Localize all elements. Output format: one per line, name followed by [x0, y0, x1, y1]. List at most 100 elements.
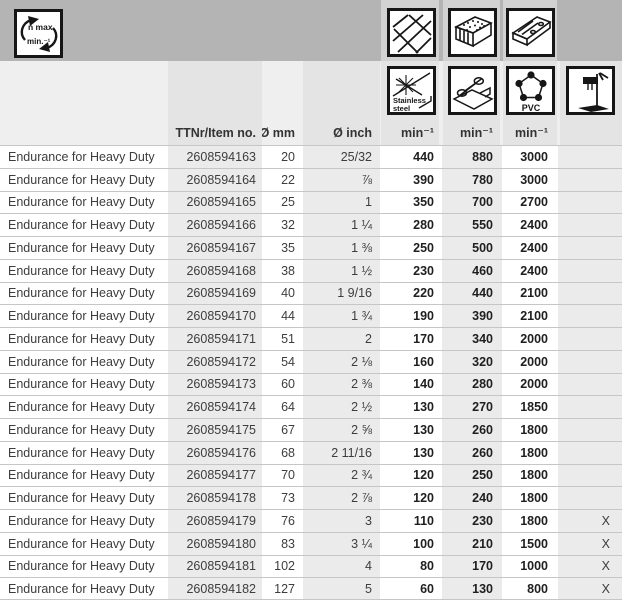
rpm-tile-cell: 390 — [380, 169, 442, 191]
rpm-brick-cell: 440 — [442, 283, 502, 305]
drill-stand-cell — [558, 192, 622, 214]
diameter-inch-cell: 2 ¾ — [303, 465, 380, 487]
diameter-mm-cell: 73 — [262, 487, 303, 509]
diameter-mm-cell: 35 — [262, 237, 303, 259]
drill-stand-cell — [558, 465, 622, 487]
rpm-tile-cell: 280 — [380, 214, 442, 236]
diameter-inch-cell: 1 ½ — [303, 260, 380, 282]
rpm-tile-cell: 350 — [380, 192, 442, 214]
table-row: Endurance for Heavy Duty2608594173602 ⅜1… — [0, 373, 622, 396]
rpm-brick-cell: 500 — [442, 237, 502, 259]
diameter-inch-cell: 2 11/16 — [303, 442, 380, 464]
rpm-wood-cell: 2000 — [502, 351, 558, 373]
item-no-cell: 2608594167 — [168, 237, 262, 259]
pvc-label: PVC — [521, 103, 540, 112]
drill-stand-cell — [558, 351, 622, 373]
rpm-wood-cell: 2100 — [502, 305, 558, 327]
diameter-inch-cell: 5 — [303, 578, 380, 599]
table-body: Endurance for Heavy Duty26085941632025/3… — [0, 145, 622, 600]
diameter-inch-cell: 4 — [303, 556, 380, 578]
table-row: Endurance for Heavy Duty2608594170441 ¾1… — [0, 304, 622, 327]
wood-icon — [506, 8, 555, 57]
item-no-cell: 2608594182 — [168, 578, 262, 599]
product-name-cell: Endurance for Heavy Duty — [0, 533, 168, 555]
drill-stand-icon — [566, 66, 615, 115]
drill-stand-cell — [558, 442, 622, 464]
stainless-label-line2: steel — [393, 104, 410, 112]
table-row: Endurance for Heavy Duty2608594176682 11… — [0, 441, 622, 464]
rpm-wood-cell: 1800 — [502, 465, 558, 487]
table-row: Endurance for Heavy Duty2608594182127560… — [0, 577, 622, 600]
rpm-brick-cell: 250 — [442, 465, 502, 487]
col-header-diameter-mm: Ø mm — [262, 120, 303, 145]
diameter-inch-cell: 3 ¼ — [303, 533, 380, 555]
rpm-brick-cell: 270 — [442, 396, 502, 418]
rpm-wood-cell: 1800 — [502, 419, 558, 441]
rpm-wood-cell: 2000 — [502, 374, 558, 396]
diameter-mm-cell: 102 — [262, 556, 303, 578]
col-header-drill-stand — [558, 120, 622, 145]
table-row: Endurance for Heavy Duty2608594172542 ⅛1… — [0, 350, 622, 373]
drill-stand-cell — [558, 374, 622, 396]
rpm-wood-cell: 3000 — [502, 146, 558, 168]
item-no-cell: 2608594181 — [168, 556, 262, 578]
rpm-brick-cell: 340 — [442, 328, 502, 350]
table-header-row: TTNr/Item no. Ø mm Ø inch min⁻¹ min⁻¹ mi… — [0, 120, 622, 145]
table-row: Endurance for Heavy Duty260859416422⅞390… — [0, 168, 622, 191]
drill-stand-cell — [558, 214, 622, 236]
rpm-brick-cell: 280 — [442, 374, 502, 396]
item-no-cell: 2608594179 — [168, 510, 262, 532]
table-row: Endurance for Heavy Duty2608594181102480… — [0, 555, 622, 578]
drill-stand-cell — [558, 260, 622, 282]
tile-icon — [387, 8, 436, 57]
product-name-cell: Endurance for Heavy Duty — [0, 305, 168, 327]
pvc-icon: PVC — [506, 66, 555, 115]
diameter-mm-cell: 22 — [262, 169, 303, 191]
item-no-cell: 2608594172 — [168, 351, 262, 373]
rpm-tile-cell: 130 — [380, 396, 442, 418]
rpm-wood-cell: 2100 — [502, 283, 558, 305]
rpm-tile-cell: 190 — [380, 305, 442, 327]
rpm-wood-cell: 2000 — [502, 328, 558, 350]
rpm-wood-cell: 1800 — [502, 510, 558, 532]
drill-stand-cell — [558, 419, 622, 441]
diameter-mm-cell: 54 — [262, 351, 303, 373]
product-name-cell: Endurance for Heavy Duty — [0, 192, 168, 214]
table-row: Endurance for Heavy Duty2608594169401 9/… — [0, 282, 622, 305]
item-no-cell: 2608594171 — [168, 328, 262, 350]
diameter-inch-cell: 1 — [303, 192, 380, 214]
diameter-mm-cell: 40 — [262, 283, 303, 305]
diameter-inch-cell: 2 — [303, 328, 380, 350]
rpm-tile-cell: 130 — [380, 442, 442, 464]
diameter-mm-cell: 64 — [262, 396, 303, 418]
table-row: Endurance for Heavy Duty2608594179763110… — [0, 509, 622, 532]
diameter-inch-cell: 2 ⅜ — [303, 374, 380, 396]
diameter-inch-cell: 3 — [303, 510, 380, 532]
col-header-rpm-tile: min⁻¹ — [380, 120, 442, 145]
diameter-mm-cell: 44 — [262, 305, 303, 327]
diameter-inch-cell: 1 ⅜ — [303, 237, 380, 259]
diameter-inch-cell: 1 ¼ — [303, 214, 380, 236]
rpm-tile-cell: 250 — [380, 237, 442, 259]
drill-stand-cell — [558, 146, 622, 168]
speed-rating-icon: n max. min.⁻¹ — [14, 9, 63, 58]
product-name-cell: Endurance for Heavy Duty — [0, 283, 168, 305]
rpm-tile-cell: 220 — [380, 283, 442, 305]
product-name-cell: Endurance for Heavy Duty — [0, 487, 168, 509]
metal-icon — [448, 66, 497, 115]
product-name-cell: Endurance for Heavy Duty — [0, 419, 168, 441]
product-name-cell: Endurance for Heavy Duty — [0, 169, 168, 191]
rpm-wood-cell: 2400 — [502, 214, 558, 236]
product-name-cell: Endurance for Heavy Duty — [0, 374, 168, 396]
catalog-spec-table-page: n max. min.⁻¹ — [0, 0, 622, 600]
diameter-inch-cell: ⅞ — [303, 169, 380, 191]
product-name-cell: Endurance for Heavy Duty — [0, 214, 168, 236]
rpm-brick-cell: 700 — [442, 192, 502, 214]
rpm-tile-cell: 440 — [380, 146, 442, 168]
rpm-wood-cell: 1500 — [502, 533, 558, 555]
diameter-mm-cell: 38 — [262, 260, 303, 282]
drill-stand-cell — [558, 169, 622, 191]
diameter-inch-cell: 2 ½ — [303, 396, 380, 418]
diameter-mm-cell: 25 — [262, 192, 303, 214]
rpm-tile-cell: 60 — [380, 578, 442, 599]
